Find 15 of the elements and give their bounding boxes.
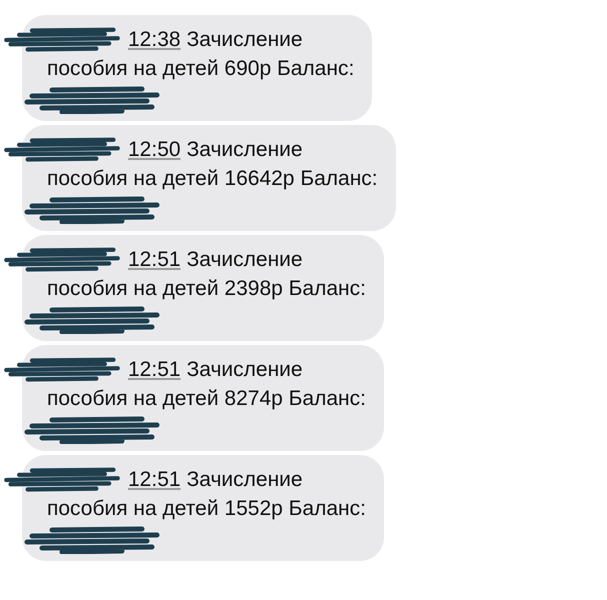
message-text: Зачисление xyxy=(186,137,303,163)
time-link[interactable]: 12:38 xyxy=(128,25,181,54)
time-link[interactable]: 12:50 xyxy=(128,135,181,164)
message-text: пособия на детей 2398р Баланс: xyxy=(47,276,366,302)
message-text: пособия на детей 1552р Баланс: xyxy=(47,496,366,522)
time-link[interactable]: 12:51 xyxy=(128,465,181,494)
message-text: пособия на детей 16642р Баланс: xyxy=(47,166,378,192)
message-text: Зачисление xyxy=(186,357,303,383)
time-link[interactable]: 12:51 xyxy=(128,355,181,384)
message-text: пособия на детей 690р Баланс: xyxy=(47,56,354,82)
message-text: Зачисление xyxy=(186,467,303,493)
message-text: Зачисление xyxy=(186,247,303,273)
message-text: пособия на детей 8274р Баланс: xyxy=(47,386,366,412)
message-text: Зачисление xyxy=(186,27,303,53)
time-link[interactable]: 12:51 xyxy=(128,245,181,274)
